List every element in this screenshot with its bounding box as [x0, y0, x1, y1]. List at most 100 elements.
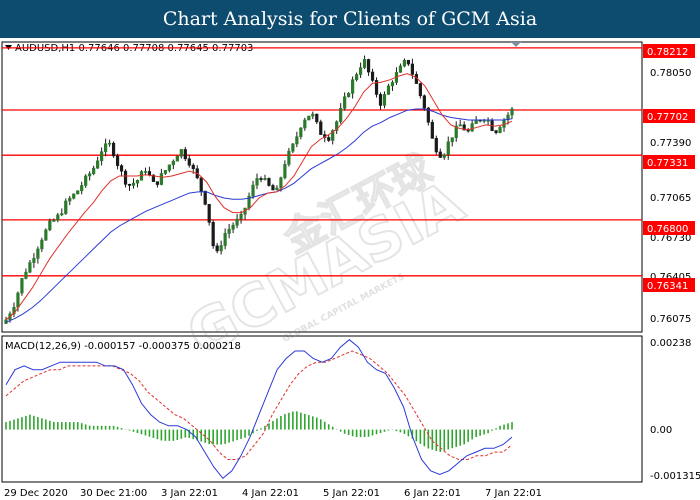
candle-body: [402, 59, 407, 67]
candle-body: [36, 248, 40, 259]
price-panel-header: AUDUSD,H1 0.77646 0.77708 0.77645 0.7770…: [15, 43, 253, 54]
x-axis: 29 Dec 2020 30 Dec 21:00 3 Jan 22:01 4 J…: [4, 488, 542, 499]
candle-body: [211, 222, 215, 247]
candle-body: [96, 160, 100, 169]
candle-body: [315, 113, 319, 123]
candle-body: [343, 96, 347, 109]
candle-body: [127, 183, 132, 186]
candle-body: [311, 113, 315, 117]
candle-body: [362, 59, 367, 68]
candle-body: [111, 142, 116, 157]
candle-body: [355, 74, 359, 80]
candle-body: [502, 119, 506, 128]
candle-body: [60, 213, 64, 216]
candle-body: [370, 71, 375, 81]
x-tick-label: 4 Jan 22:01: [242, 488, 299, 499]
candle-body: [147, 171, 152, 176]
candle-body: [44, 229, 48, 241]
candle-body: [104, 143, 108, 152]
x-tick-label: 30 Dec 21:00: [80, 488, 147, 499]
candle-body: [255, 178, 259, 186]
candle-body: [235, 218, 239, 226]
candle-body: [135, 179, 140, 184]
candle-body: [48, 220, 52, 231]
candle-body: [155, 181, 160, 185]
candle-body: [287, 150, 291, 165]
candle-body: [398, 65, 403, 73]
candle-body: [119, 165, 124, 172]
candle-body: [16, 292, 20, 308]
candle-body: [458, 124, 462, 127]
candle-body: [510, 108, 514, 116]
x-tick-label: 29 Dec 2020: [4, 488, 68, 499]
candle-body: [199, 177, 203, 192]
candle-body: [183, 149, 187, 160]
candle-body: [187, 158, 191, 166]
candle-body: [239, 213, 243, 220]
candle-body: [494, 130, 498, 133]
candle-body: [307, 115, 311, 121]
candle-body: [378, 94, 383, 106]
candle-body: [84, 175, 88, 186]
candle-body: [76, 190, 80, 195]
candle-body: [358, 67, 363, 75]
candle-body: [434, 137, 438, 153]
candle-body: [163, 170, 167, 174]
candle-body: [279, 177, 283, 189]
candle-body: [223, 233, 227, 246]
macd-tick-label: -0.001315: [650, 471, 700, 482]
level-label: 0.77702: [647, 112, 688, 123]
candle-body: [80, 185, 84, 192]
candle-body: [291, 143, 295, 152]
candle-body: [450, 137, 454, 143]
candle-body: [92, 167, 96, 175]
candle-body: [259, 178, 263, 180]
candle-body: [275, 187, 279, 191]
candle-body: [68, 197, 72, 202]
macd-tick-label: 0.00: [650, 425, 672, 436]
candle-body: [179, 149, 183, 157]
candle-body: [88, 173, 92, 177]
y-tick-label: 0.77390: [650, 138, 691, 149]
candle-body: [100, 151, 104, 162]
candle-body: [28, 262, 32, 273]
chart-shift-marker-icon[interactable]: [511, 42, 521, 47]
candle-body: [32, 258, 36, 263]
candle-body: [299, 127, 303, 138]
macd-tick-label: 0.00238: [650, 338, 691, 349]
candle-body: [382, 94, 387, 106]
candle-body: [191, 164, 195, 170]
candle-body: [283, 164, 287, 178]
candle-body: [351, 79, 355, 94]
candle-body: [64, 200, 68, 214]
candle-body: [123, 170, 128, 185]
candle-body: [203, 190, 207, 205]
level-label: 0.77331: [647, 158, 688, 169]
macd-y-axis: 0.00238 0.00 -0.001315: [650, 338, 700, 482]
candle-body: [339, 108, 343, 122]
level-label: 0.78212: [647, 47, 688, 58]
candle-body: [271, 185, 275, 191]
candle-body: [215, 245, 219, 252]
candle-body: [263, 178, 267, 180]
candle-body: [386, 85, 391, 95]
macd-panel-frame: [1, 335, 643, 483]
candle-body: [20, 278, 24, 294]
y-tick-label: 0.77065: [650, 193, 691, 204]
candle-body: [422, 95, 426, 109]
x-tick-label: 7 Jan 22:01: [485, 488, 542, 499]
candle-body: [52, 220, 56, 222]
candle-body: [319, 121, 323, 135]
candle-body: [390, 82, 395, 87]
candle-body: [406, 59, 411, 65]
candle-body: [159, 173, 163, 185]
macd-lines: [5, 339, 513, 480]
candle-body: [131, 182, 136, 186]
candle-body: [143, 171, 148, 173]
level-labels: 0.78212 0.77702 0.77331 0.76800 0.76341: [643, 44, 695, 292]
x-tick-label: 5 Jan 22:01: [323, 488, 380, 499]
candle-body: [167, 164, 171, 171]
x-tick-label: 3 Jan 22:01: [161, 488, 218, 499]
candle-body: [295, 136, 299, 145]
y-tick-label: 0.78050: [650, 68, 691, 79]
